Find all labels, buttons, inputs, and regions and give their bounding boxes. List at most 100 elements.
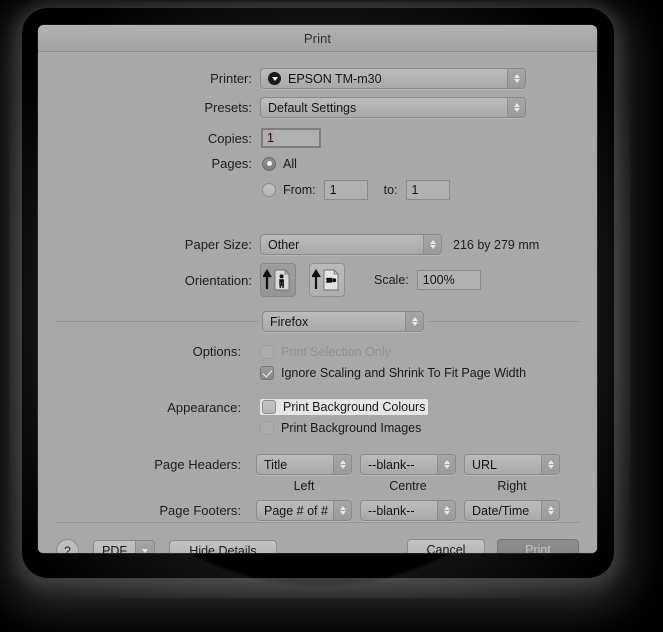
app-panel-select[interactable]: Firefox — [262, 311, 424, 332]
print-background-images-label: Print Background Images — [281, 421, 422, 435]
scale-label: Scale: — [374, 273, 409, 287]
paper-dimensions: 216 by 279 mm — [453, 237, 540, 252]
pdf-button-label: PDF — [94, 540, 135, 553]
app-panel-stepper-icon[interactable] — [405, 312, 423, 331]
presets-row: Presets: Default Settings — [38, 97, 597, 118]
page-footer-centre-stepper-icon[interactable] — [437, 501, 455, 520]
landscape-orientation-button[interactable] — [309, 263, 345, 297]
copies-row: Copies: 1 — [38, 128, 597, 148]
scale-value: 100% — [422, 273, 455, 287]
pages-range-row: From: 1 to: 1 — [262, 180, 450, 200]
pages-to-label: to: — [383, 183, 398, 197]
pages-from-value: 1 — [329, 183, 337, 197]
pages-all-radio-group[interactable]: All — [262, 156, 297, 171]
presets-select[interactable]: Default Settings — [260, 97, 526, 118]
copies-value: 1 — [267, 131, 274, 145]
app-panel-value: Firefox — [270, 314, 309, 329]
cancel-label: Cancel — [426, 543, 466, 553]
page-header-right-value: URL — [472, 457, 498, 472]
presets-stepper-icon[interactable] — [507, 98, 525, 117]
page-headers-label: Page Headers: — [154, 457, 241, 472]
page-footer-left-value: Page # of # — [264, 503, 328, 518]
pages-all-label: All — [283, 156, 297, 171]
pages-from-label: From: — [283, 183, 316, 197]
paper-size-value: Other — [268, 237, 300, 252]
column-labels-row: Left Centre Right — [256, 479, 560, 493]
paper-size-row: Paper Size: Other 216 by 279 mm — [38, 234, 597, 255]
options-label: Options: — [192, 344, 241, 359]
column-label-right: Right — [497, 479, 527, 493]
presets-value: Default Settings — [268, 100, 357, 115]
help-button[interactable]: ? — [56, 539, 79, 553]
page-footer-centre-select[interactable]: --blank-- — [360, 500, 456, 521]
dialog-titlebar[interactable]: Print — [38, 25, 597, 52]
paper-size-select[interactable]: Other — [260, 234, 442, 255]
pages-to-input[interactable]: 1 — [405, 180, 450, 200]
ignore-scaling-label: Ignore Scaling and Shrink To Fit Page Wi… — [281, 366, 527, 380]
paper-size-stepper-icon[interactable] — [423, 235, 441, 254]
page-footer-centre-value: --blank-- — [368, 503, 415, 518]
pages-to-value: 1 — [411, 183, 419, 197]
hide-details-button[interactable]: Hide Details — [169, 539, 277, 554]
page-footer-right-stepper-icon[interactable] — [541, 501, 559, 520]
print-label: Print — [525, 543, 551, 553]
appearance-row-2: Print Background Images — [260, 421, 421, 435]
hide-details-label: Hide Details — [189, 543, 257, 554]
app-panel-separator-right — [428, 321, 580, 322]
page-footer-right-select[interactable]: Date/Time — [464, 500, 560, 521]
options-row-1: Options: Print Selection Only — [38, 344, 597, 359]
appearance-print-background-images[interactable]: Print Background Images — [260, 421, 421, 435]
page-header-centre-select[interactable]: --blank-- — [360, 454, 456, 475]
option-ignore-scaling[interactable]: Ignore Scaling and Shrink To Fit Page Wi… — [260, 366, 526, 380]
page-header-left-stepper-icon[interactable] — [333, 455, 351, 474]
page-header-left-select[interactable]: Title — [256, 454, 352, 475]
copies-label: Copies: — [207, 130, 252, 146]
app-panel-row: Firefox — [262, 311, 424, 332]
column-label-centre: Centre — [389, 479, 427, 493]
page-headers-row: Page Headers: Title --blank-- URL — [38, 454, 597, 475]
footer-separator — [56, 522, 580, 523]
pages-from-input[interactable]: 1 — [323, 180, 368, 200]
printer-row: Printer: EPSON TM-m30 — [38, 68, 597, 89]
printer-stepper-icon[interactable] — [507, 69, 525, 88]
page-header-right-stepper-icon[interactable] — [541, 455, 559, 474]
print-background-colours-checkbox[interactable] — [262, 400, 276, 414]
footer-right-buttons: Cancel Print — [407, 539, 579, 553]
dialog-title: Print — [303, 30, 332, 46]
portrait-orientation-button[interactable] — [260, 263, 296, 297]
ignore-scaling-checkbox[interactable] — [260, 366, 274, 380]
printer-select[interactable]: EPSON TM-m30 — [260, 68, 526, 89]
pages-range-radio[interactable] — [262, 183, 276, 197]
print-background-images-checkbox[interactable] — [260, 421, 274, 435]
cancel-button[interactable]: Cancel — [407, 539, 485, 553]
page-footer-left-select[interactable]: Page # of # — [256, 500, 352, 521]
page-header-centre-value: --blank-- — [368, 457, 415, 472]
page-header-centre-stepper-icon[interactable] — [437, 455, 455, 474]
pages-label: Pages: — [211, 156, 252, 171]
options-row-2: Ignore Scaling and Shrink To Fit Page Wi… — [260, 366, 526, 380]
presets-label: Presets: — [204, 100, 252, 115]
scale-input[interactable]: 100% — [416, 270, 481, 290]
pdf-chevron-down-icon[interactable] — [135, 540, 154, 553]
appearance-print-background-colours[interactable]: Print Background Colours — [260, 399, 429, 415]
pdf-button[interactable]: PDF — [93, 539, 155, 553]
print-background-colours-label: Print Background Colours — [283, 400, 426, 414]
help-icon: ? — [64, 543, 71, 554]
paper-size-label: Paper Size: — [184, 237, 252, 252]
option-print-selection-only: Print Selection Only — [260, 344, 391, 359]
portrait-orientation-icon — [263, 268, 290, 291]
copies-input[interactable]: 1 — [261, 128, 321, 148]
page-footers-row: Page Footers: Page # of # --blank-- Date… — [38, 500, 597, 521]
appearance-label: Appearance: — [167, 399, 241, 415]
app-panel-separator-left — [56, 321, 259, 322]
print-button[interactable]: Print — [497, 539, 579, 553]
page-footer-right-value: Date/Time — [472, 503, 530, 518]
pages-all-radio[interactable] — [262, 156, 276, 171]
footer-left-buttons: ? PDF Hide Details — [56, 539, 277, 553]
column-label-left: Left — [293, 479, 315, 493]
page-footer-left-stepper-icon[interactable] — [333, 501, 351, 520]
page-header-left-value: Title — [264, 457, 288, 472]
landscape-orientation-icon — [312, 268, 339, 291]
page-header-right-select[interactable]: URL — [464, 454, 560, 475]
appearance-row-1: Appearance: Print Background Colours — [38, 399, 597, 415]
